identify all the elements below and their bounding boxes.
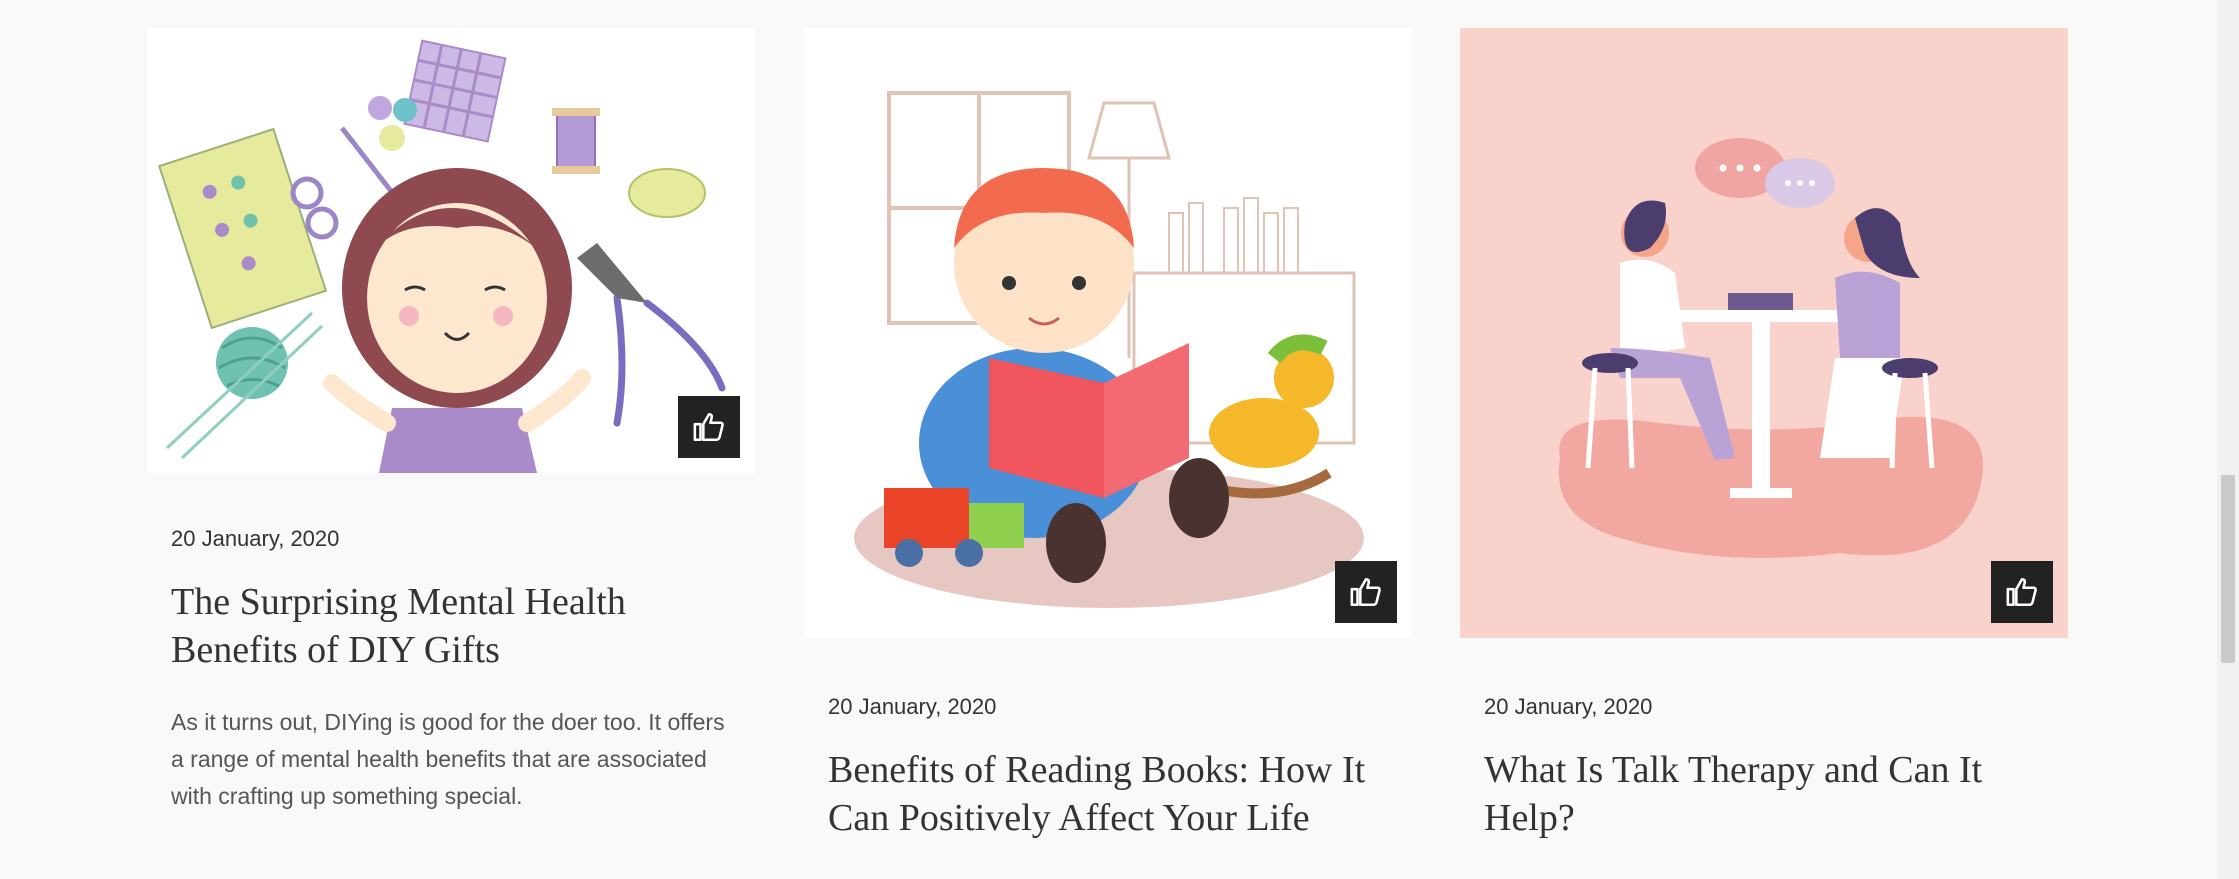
post-excerpt: As it turns out, DIYing is good for the …	[171, 709, 725, 809]
thumbs-up-icon	[1350, 577, 1381, 607]
post-date: 20 January, 2020	[828, 694, 997, 719]
like-button[interactable]	[1335, 561, 1397, 623]
post-image[interactable]	[147, 28, 755, 473]
post-date: 20 January, 2020	[1484, 694, 1653, 719]
boy-reading-book-illustration	[804, 28, 1412, 638]
scrollbar-thumb[interactable]	[2221, 475, 2235, 663]
post-image[interactable]	[804, 28, 1412, 638]
blog-grid: 20 January, 2020 The Surprising Mental H…	[0, 0, 2239, 879]
thumbs-up-icon	[2006, 577, 2037, 607]
post-card: 20 January, 2020 The Surprising Mental H…	[147, 0, 757, 815]
post-title[interactable]: The Surprising Mental Health Benefits of…	[171, 578, 733, 674]
girl-with-craft-supplies-illustration	[147, 28, 755, 473]
post-title[interactable]: Benefits of Reading Books: How It Can Po…	[828, 746, 1390, 842]
post-image[interactable]	[1460, 28, 2068, 638]
post-card: 20 January, 2020 Benefits of Reading Boo…	[804, 0, 1414, 842]
post-title[interactable]: What Is Talk Therapy and Can It Help?	[1484, 746, 2046, 842]
post-card: 20 January, 2020 What Is Talk Therapy an…	[1460, 0, 2070, 842]
like-button[interactable]	[1991, 561, 2053, 623]
two-women-talking-illustration	[1460, 28, 2068, 638]
post-date: 20 January, 2020	[171, 526, 340, 551]
thumbs-up-icon	[693, 412, 724, 442]
vertical-scrollbar[interactable]	[2217, 0, 2239, 879]
like-button[interactable]	[678, 396, 740, 458]
